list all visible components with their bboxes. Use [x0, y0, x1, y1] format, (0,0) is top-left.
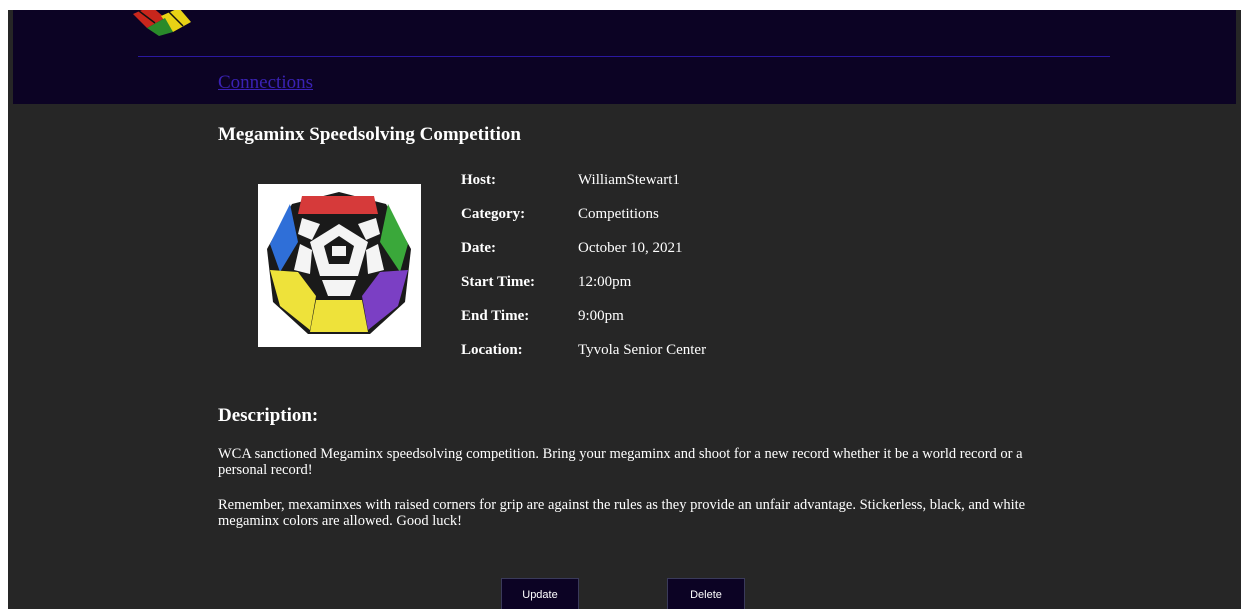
detail-value: 9:00pm	[578, 308, 624, 324]
detail-value: Competitions	[578, 206, 659, 222]
detail-label: Date:	[461, 240, 496, 256]
delete-button[interactable]: Delete	[667, 578, 745, 609]
detail-row-location: Location: Tyvola Senior Center	[461, 342, 861, 364]
megaminx-icon	[267, 192, 411, 334]
detail-value: Tyvola Senior Center	[578, 342, 707, 358]
detail-value: 12:00pm	[578, 274, 632, 290]
detail-row-category: Category: Competitions	[461, 206, 861, 228]
detail-value: WilliamStewart1	[578, 172, 680, 188]
detail-row-host: Host: WilliamStewart1	[461, 172, 861, 194]
header-divider	[138, 56, 1110, 57]
detail-label: Host:	[461, 172, 496, 188]
detail-value: October 10, 2021	[578, 240, 683, 256]
detail-row-end-time: End Time: 9:00pm	[461, 308, 861, 330]
detail-label: Location:	[461, 342, 523, 358]
detail-label: Category:	[461, 206, 526, 222]
detail-row-start-time: Start Time: 12:00pm	[461, 274, 861, 296]
event-image	[258, 184, 421, 347]
update-button[interactable]: Update	[501, 578, 579, 609]
detail-label: Start Time:	[461, 274, 536, 290]
cube-logo-icon[interactable]	[125, 10, 201, 36]
description-paragraph: WCA sanctioned Megaminx speedsolving com…	[218, 446, 1023, 478]
description-heading: Description:	[218, 405, 319, 426]
site-header: Connections	[13, 10, 1236, 104]
detail-label: End Time:	[461, 308, 530, 324]
page: Connections Megaminx Speedsolving Compet…	[8, 10, 1241, 609]
detail-row-date: Date: October 10, 2021	[461, 240, 861, 262]
nav-connections-link[interactable]: Connections	[218, 72, 313, 94]
event-title: Megaminx Speedsolving Competition	[218, 124, 521, 145]
description-paragraph: Remember, mexaminxes with raised corners…	[218, 497, 1026, 529]
